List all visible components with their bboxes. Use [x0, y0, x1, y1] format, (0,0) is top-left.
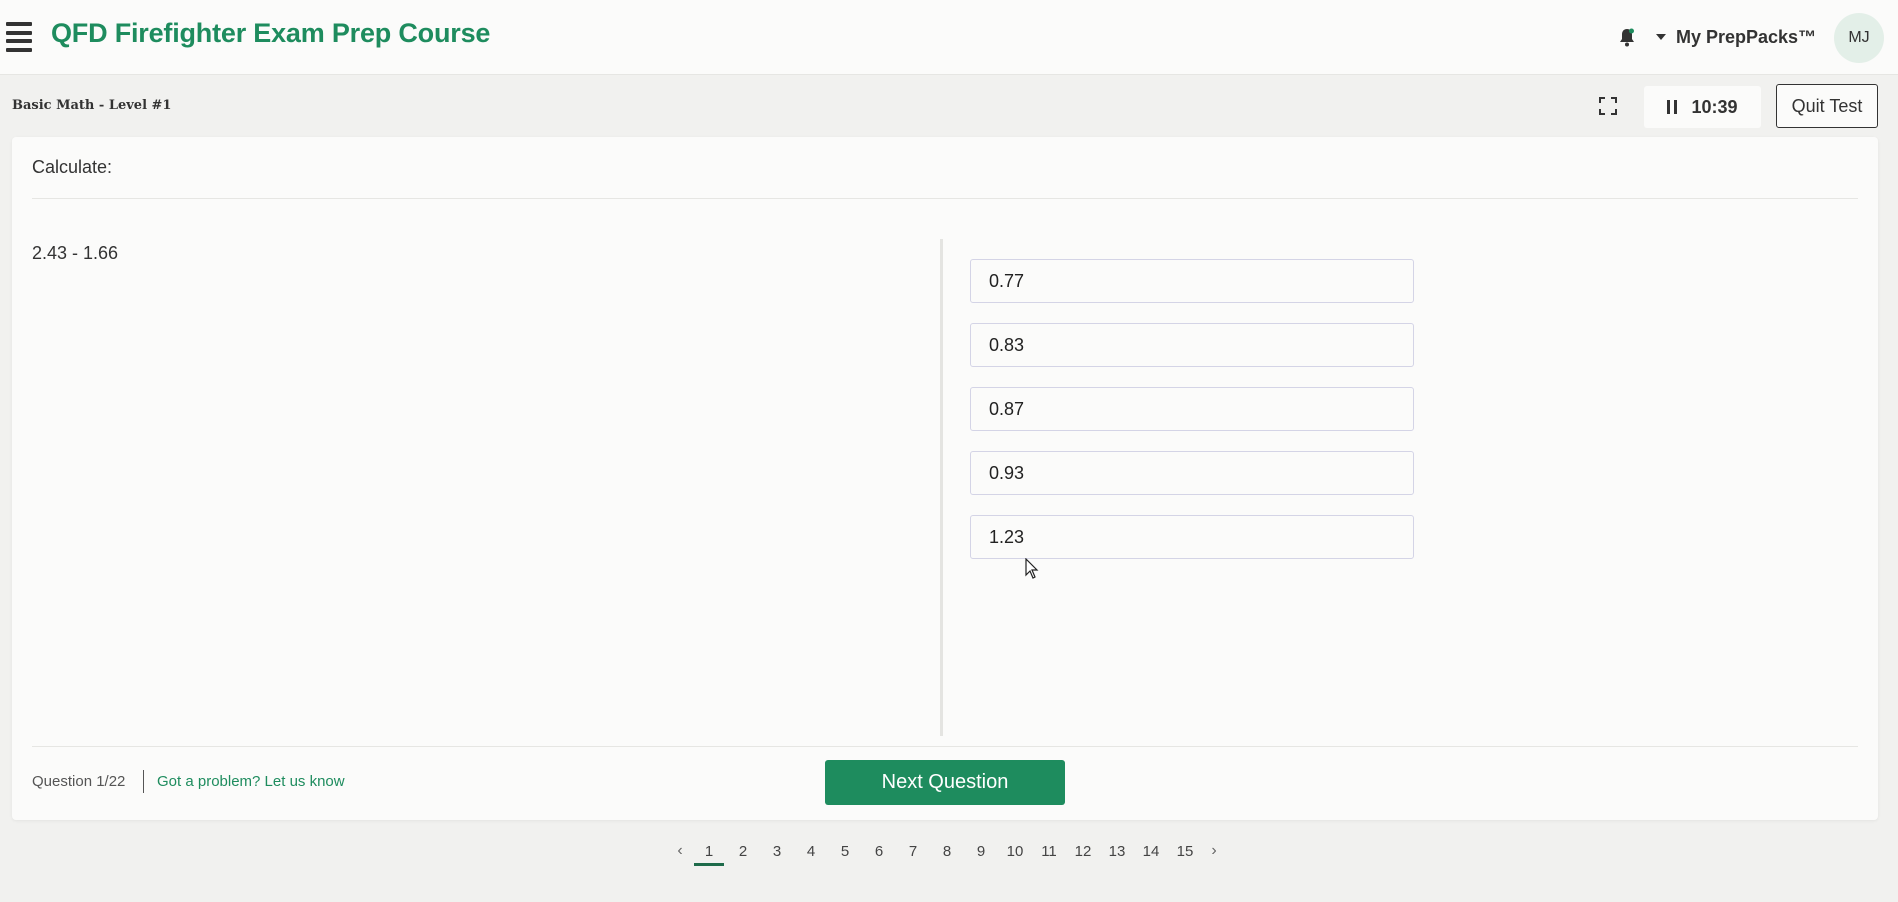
- page-item-5[interactable]: 5: [828, 837, 862, 865]
- question-text: 2.43 - 1.66: [32, 243, 119, 263]
- page-item-15[interactable]: 15: [1168, 837, 1202, 865]
- page-item-2[interactable]: 2: [726, 837, 760, 865]
- test-title: Basic Math - Level #1: [12, 98, 172, 113]
- top-navbar: QFD Firefighter Exam Prep Course My Prep…: [0, 0, 1898, 75]
- chevron-left-icon[interactable]: ‹: [668, 837, 692, 865]
- preppacks-label: My PrepPacks™: [1676, 26, 1817, 47]
- bell-icon[interactable]: [1614, 24, 1640, 50]
- pause-icon[interactable]: [1667, 100, 1678, 114]
- page-item-11[interactable]: 11: [1032, 837, 1066, 865]
- divider: [32, 746, 1858, 747]
- preppacks-dropdown[interactable]: My PrepPacks™: [1656, 24, 1816, 50]
- answer-option-4[interactable]: 0.93: [970, 451, 1414, 495]
- vertical-divider: [940, 239, 943, 736]
- page-item-13[interactable]: 13: [1100, 837, 1134, 865]
- question-counter: Question 1/22: [32, 773, 126, 790]
- question-pagination: ‹ 1 2 3 4 5 6 7 8 9 10 11 12 13 14 15 ›: [668, 836, 1226, 866]
- fullscreen-icon[interactable]: [1598, 96, 1618, 116]
- next-question-button[interactable]: Next Question: [825, 760, 1065, 805]
- question-prompt: Calculate:: [32, 157, 113, 177]
- footer-separator: [143, 770, 144, 793]
- page-item-8[interactable]: 8: [930, 837, 964, 865]
- answer-option-5[interactable]: 1.23: [970, 515, 1414, 559]
- timer-value: 10:39: [1691, 96, 1738, 117]
- quit-test-button[interactable]: Quit Test: [1776, 84, 1878, 128]
- caret-down-icon: [1656, 34, 1666, 40]
- page-item-4[interactable]: 4: [794, 837, 828, 865]
- page-item-12[interactable]: 12: [1066, 837, 1100, 865]
- test-subheader: Basic Math - Level #1 10:39 Quit Test: [0, 76, 1898, 136]
- page-item-14[interactable]: 14: [1134, 837, 1168, 865]
- divider: [32, 198, 1858, 199]
- user-avatar[interactable]: MJ: [1834, 13, 1884, 63]
- page-item-3[interactable]: 3: [760, 837, 794, 865]
- page-item-9[interactable]: 9: [964, 837, 998, 865]
- answer-option-1[interactable]: 0.77: [970, 259, 1414, 303]
- answer-option-2[interactable]: 0.83: [970, 323, 1414, 367]
- report-problem-link[interactable]: Got a problem? Let us know: [157, 773, 345, 790]
- page-item-6[interactable]: 6: [862, 837, 896, 865]
- mouse-cursor-icon: [1025, 557, 1039, 580]
- page-item-1[interactable]: 1: [692, 837, 726, 866]
- hamburger-icon[interactable]: [6, 22, 32, 52]
- answer-option-3[interactable]: 0.87: [970, 387, 1414, 431]
- timer: 10:39: [1644, 86, 1761, 128]
- answer-options: 0.77 0.83 0.87 0.93 1.23: [970, 259, 1414, 559]
- page-item-7[interactable]: 7: [896, 837, 930, 865]
- question-card: Calculate: 2.43 - 1.66 0.77 0.83 0.87 0.…: [12, 137, 1878, 820]
- chevron-right-icon[interactable]: ›: [1202, 837, 1226, 865]
- app-title: QFD Firefighter Exam Prep Course: [51, 18, 491, 48]
- avatar-initials: MJ: [1848, 29, 1870, 46]
- page-item-10[interactable]: 10: [998, 837, 1032, 865]
